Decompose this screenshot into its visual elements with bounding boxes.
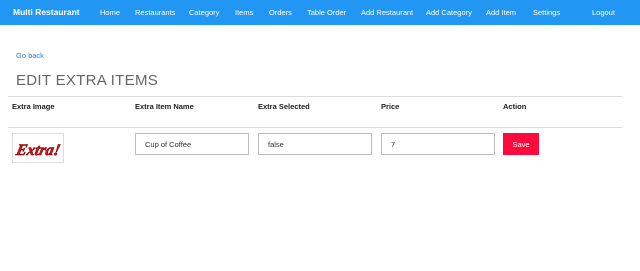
extra-logo-image: Extra! <box>13 142 62 159</box>
col-header-extra-item-name: Extra Item Name <box>135 102 194 111</box>
extra-item-image: Extra! <box>12 133 64 163</box>
header-divider-bottom <box>8 127 622 128</box>
nav-table-order[interactable]: Table Order <box>307 0 346 25</box>
extra-item-name-input[interactable] <box>135 133 249 155</box>
nav-home[interactable]: Home <box>100 0 120 25</box>
nav-orders[interactable]: Orders <box>269 0 292 25</box>
col-header-extra-image: Extra Image <box>12 102 55 111</box>
price-input[interactable] <box>381 133 495 155</box>
nav-add-category[interactable]: Add Category <box>426 0 472 25</box>
nav-add-item[interactable]: Add Item <box>486 0 516 25</box>
save-button[interactable]: Save <box>503 133 539 155</box>
header-divider-top <box>8 96 622 97</box>
go-back-link[interactable]: Go back <box>16 51 44 60</box>
nav-items[interactable]: Items <box>235 0 253 25</box>
nav-settings[interactable]: Settings <box>533 0 560 25</box>
col-header-extra-selected: Extra Selected <box>258 102 310 111</box>
brand-logo[interactable]: Multi Restaurant <box>13 0 80 25</box>
nav-logout[interactable]: Logout <box>592 0 615 25</box>
page-title: EDIT EXTRA ITEMS <box>16 72 159 89</box>
nav-category[interactable]: Category <box>189 0 219 25</box>
col-header-action: Action <box>503 102 527 111</box>
col-header-price: Price <box>381 102 400 111</box>
extra-selected-input[interactable] <box>258 133 372 155</box>
nav-add-restaurant[interactable]: Add Restaurant <box>361 0 413 25</box>
top-navbar: Multi Restaurant Home Restaurants Catego… <box>0 0 640 25</box>
nav-restaurants[interactable]: Restaurants <box>135 0 175 25</box>
extra-logo-text: Extra! <box>14 142 62 159</box>
